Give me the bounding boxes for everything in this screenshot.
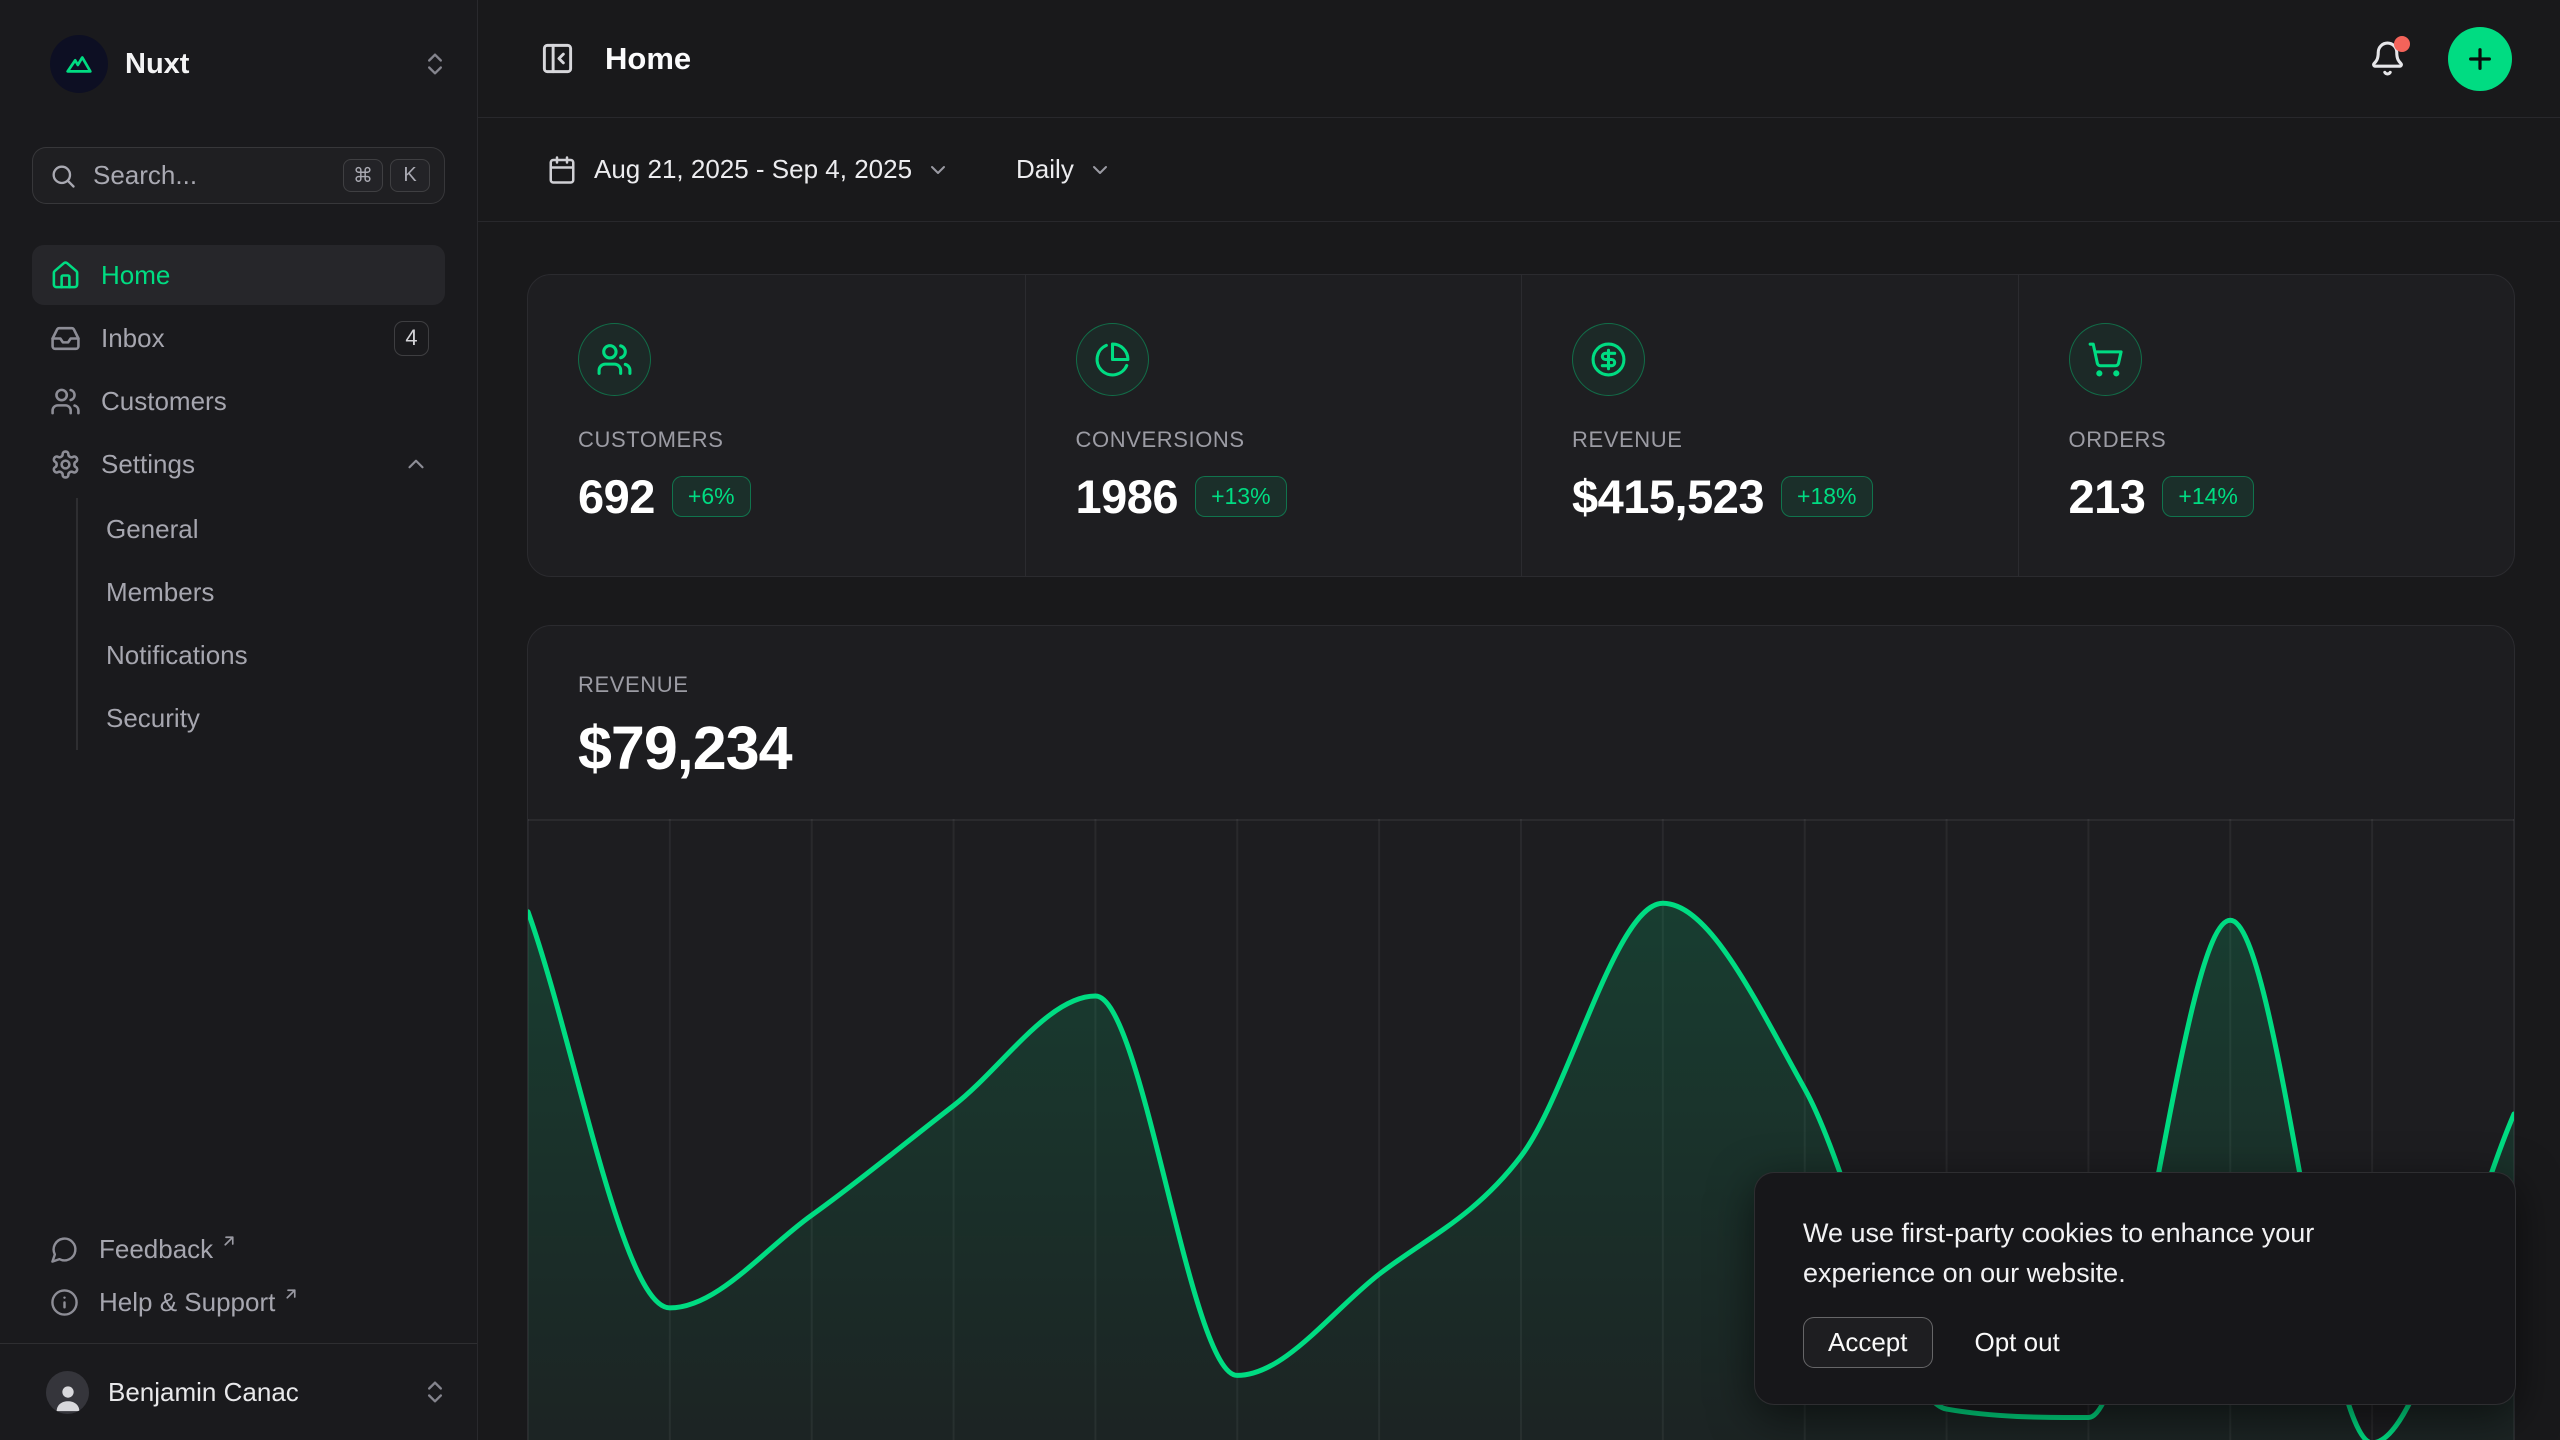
- external-link-icon: [220, 1232, 238, 1250]
- kbd-cmd: ⌘: [343, 159, 383, 192]
- page-title: Home: [605, 41, 691, 77]
- stat-value: 1986: [1076, 469, 1179, 524]
- stat-delta-badge: +18%: [1781, 476, 1872, 517]
- chart-pie-icon: [1076, 323, 1149, 396]
- info-circle-icon: [50, 1288, 79, 1317]
- settings-subnav: General Members Notifications Security: [76, 498, 445, 750]
- granularity-value: Daily: [1016, 154, 1074, 185]
- stat-delta-badge: +14%: [2162, 476, 2253, 517]
- page-header: Home: [478, 0, 2560, 118]
- stat-value: 213: [2069, 469, 2146, 524]
- stats-row: CUSTOMERS 692 +6% CONVERSIONS 1986: [527, 274, 2515, 577]
- search-placeholder: Search...: [93, 160, 197, 191]
- external-link-icon: [282, 1285, 300, 1303]
- sidebar-item-customers[interactable]: Customers: [32, 371, 445, 431]
- workspace-switcher[interactable]: Nuxt: [0, 0, 477, 102]
- notifications-button[interactable]: [2369, 40, 2406, 77]
- sidebar-item-inbox[interactable]: Inbox 4: [32, 308, 445, 368]
- search-icon: [49, 162, 77, 190]
- date-range-picker[interactable]: Aug 21, 2025 - Sep 4, 2025: [547, 154, 950, 185]
- cookie-actions: Accept Opt out: [1803, 1317, 2467, 1368]
- user-menu[interactable]: Benjamin Canac: [0, 1343, 477, 1440]
- search-shortcut: ⌘ K: [343, 159, 430, 192]
- optout-cookies-button[interactable]: Opt out: [1975, 1327, 2060, 1358]
- chevrons-up-down-icon: [421, 1378, 449, 1406]
- stat-label: REVENUE: [1572, 427, 1998, 453]
- workspace-name: Nuxt: [125, 48, 189, 81]
- avatar: [46, 1371, 89, 1414]
- chart-header: REVENUE $79,234: [528, 626, 2514, 783]
- stat-delta-badge: +13%: [1195, 476, 1286, 517]
- stat-value: 692: [578, 469, 655, 524]
- users-icon: [578, 323, 651, 396]
- home-icon: [50, 260, 81, 291]
- stat-customers[interactable]: CUSTOMERS 692 +6%: [528, 275, 1025, 576]
- sidebar-item-security[interactable]: Security: [78, 687, 445, 750]
- collapse-sidebar-icon[interactable]: [540, 41, 575, 76]
- date-range-value: Aug 21, 2025 - Sep 4, 2025: [594, 154, 912, 185]
- sidebar: Nuxt Search... ⌘ K Ho: [0, 0, 478, 1440]
- chart-total-value: $79,234: [578, 713, 2464, 783]
- cookie-message: We use first-party cookies to enhance yo…: [1803, 1213, 2428, 1293]
- inbox-icon: [50, 323, 81, 354]
- sidebar-item-general[interactable]: General: [78, 498, 445, 561]
- add-button[interactable]: [2448, 27, 2512, 91]
- stat-delta-badge: +6%: [672, 476, 751, 517]
- chevron-up-icon: [403, 451, 429, 477]
- inbox-count-badge: 4: [394, 321, 429, 356]
- sidebar-item-members[interactable]: Members: [78, 561, 445, 624]
- stat-label: CONVERSIONS: [1076, 427, 1502, 453]
- user-name: Benjamin Canac: [108, 1377, 299, 1408]
- stat-conversions[interactable]: CONVERSIONS 1986 +13%: [1025, 275, 1522, 576]
- help-support-link[interactable]: Help & Support: [32, 1276, 445, 1329]
- filters-toolbar: Aug 21, 2025 - Sep 4, 2025 Daily: [478, 118, 2560, 222]
- sidebar-nav: Home Inbox 4 Customers: [32, 245, 445, 750]
- header-actions: [2369, 27, 2512, 91]
- plus-icon: [2464, 43, 2496, 75]
- cookie-banner: We use first-party cookies to enhance yo…: [1754, 1172, 2516, 1405]
- stat-label: ORDERS: [2069, 427, 2495, 453]
- chevron-down-icon: [926, 158, 950, 182]
- stat-value: $415,523: [1572, 469, 1764, 524]
- chart-title: REVENUE: [578, 672, 2464, 698]
- search-input[interactable]: Search... ⌘ K: [32, 147, 445, 204]
- stat-orders[interactable]: ORDERS 213 +14%: [2018, 275, 2515, 576]
- shopping-cart-icon: [2069, 323, 2142, 396]
- accept-cookies-button[interactable]: Accept: [1803, 1317, 1933, 1368]
- granularity-select[interactable]: Daily: [1016, 154, 1112, 185]
- message-bubble-icon: [50, 1235, 79, 1264]
- sidebar-item-settings[interactable]: Settings: [32, 434, 445, 494]
- sidebar-spacer: [0, 750, 477, 1223]
- feedback-link[interactable]: Feedback: [32, 1223, 445, 1276]
- calendar-icon: [547, 155, 577, 185]
- notification-dot: [2394, 36, 2410, 52]
- users-icon: [50, 386, 81, 417]
- stat-revenue[interactable]: REVENUE $415,523 +18%: [1521, 275, 2018, 576]
- sidebar-item-notifications[interactable]: Notifications: [78, 624, 445, 687]
- kbd-k: K: [390, 159, 430, 192]
- sidebar-footer: Feedback Help & Support: [0, 1223, 477, 1343]
- sidebar-item-home[interactable]: Home: [32, 245, 445, 305]
- gear-icon: [50, 449, 81, 480]
- chevron-down-icon: [1088, 158, 1112, 182]
- circle-dollar-icon: [1572, 323, 1645, 396]
- stat-label: CUSTOMERS: [578, 427, 1005, 453]
- chevrons-up-down-icon[interactable]: [421, 50, 449, 78]
- nuxt-logo-icon: [50, 35, 108, 93]
